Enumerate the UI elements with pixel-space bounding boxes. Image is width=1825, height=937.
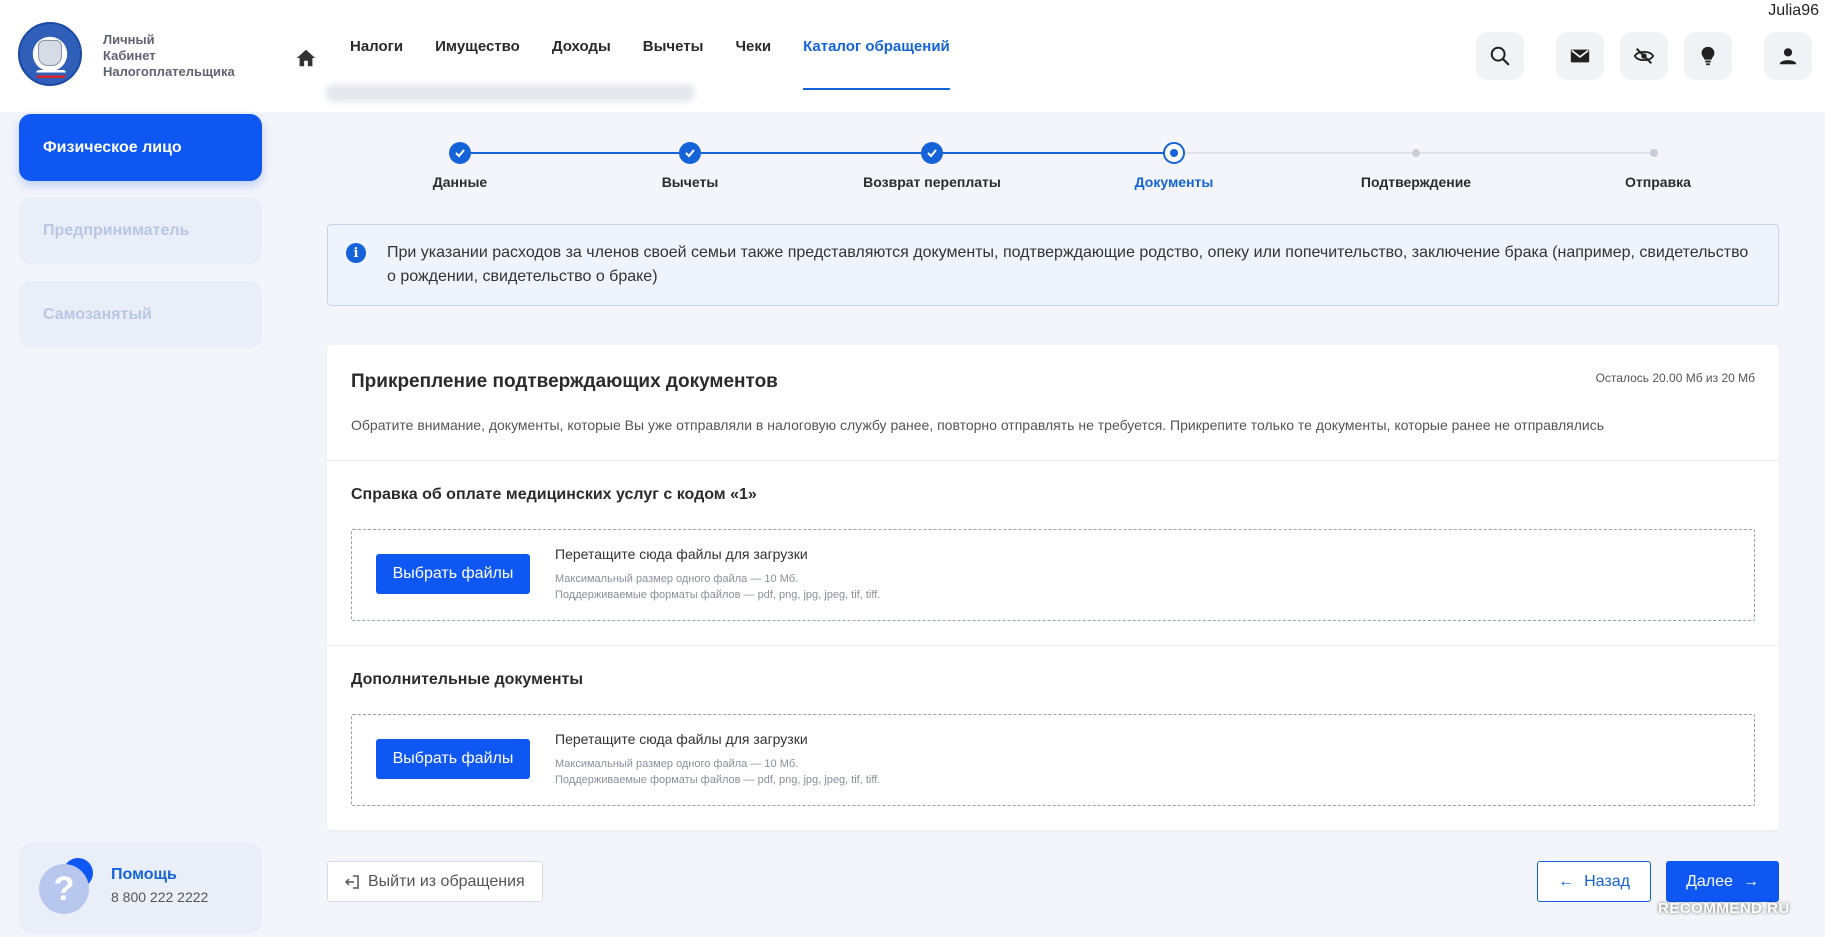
file-dropzone[interactable]: Выбрать файлы Перетащите сюда файлы для …: [351, 714, 1755, 806]
step-future-indicator: [1412, 149, 1420, 157]
step-label-sending: Отправка: [1625, 174, 1691, 190]
nav-item-receipts[interactable]: Чеки: [735, 0, 771, 92]
main-nav: Налоги Имущество Доходы Вычеты Чеки Ката…: [350, 0, 982, 92]
next-label: Далее: [1686, 872, 1733, 890]
hidden-eye-icon: [1633, 47, 1655, 65]
exit-request-label: Выйти из обращения: [368, 872, 525, 890]
back-label: Назад: [1584, 872, 1630, 890]
brand-line: Налогоплательщика: [103, 64, 235, 79]
username[interactable]: Julia96: [1768, 2, 1819, 20]
nav-item-requests-catalog[interactable]: Каталог обращений: [803, 0, 950, 92]
sidebar-item-individual[interactable]: Физическое лицо: [19, 114, 262, 181]
attachments-note: Обратите внимание, документы, которые Вы…: [351, 417, 1605, 433]
nav-item-property[interactable]: Имущество: [435, 0, 520, 92]
search-button[interactable]: [1476, 32, 1524, 80]
profile-button[interactable]: [1764, 32, 1812, 80]
choose-files-button[interactable]: Выбрать файлы: [376, 554, 530, 594]
top-header: Julia96 Личный Кабинет Налогоплательщика…: [0, 0, 1825, 112]
step-check-icon: [449, 142, 471, 164]
help-widget[interactable]: ? Помощь 8 800 222 2222: [19, 842, 262, 934]
divider: [327, 645, 1779, 646]
divider: [327, 460, 1779, 461]
formats-hint: Поддерживаемые форматы файлов — pdf, png…: [555, 774, 881, 786]
blurred-page-title: [325, 84, 695, 102]
formats-hint: Поддерживаемые форматы файлов — pdf, png…: [555, 589, 881, 601]
flag-icon: [36, 70, 66, 78]
max-size-hint: Максимальный размер одного файла — 10 Мб…: [555, 758, 799, 770]
sidebar-item-self-employed[interactable]: Самозанятый: [19, 281, 262, 348]
step-check-icon: [921, 142, 943, 164]
user-icon: [1779, 48, 1797, 65]
tips-button[interactable]: [1684, 32, 1732, 80]
step-label-confirmation: Подтверждение: [1360, 174, 1472, 190]
home-icon[interactable]: [295, 47, 317, 69]
brand-line: Кабинет: [103, 48, 156, 63]
nav-item-taxes[interactable]: Налоги: [350, 0, 403, 92]
mail-icon: [1570, 49, 1590, 63]
stepper-line-done: [460, 152, 1180, 154]
arrow-left-icon: ←: [1558, 872, 1575, 890]
attachments-title: Прикрепление подтверждающих документов: [351, 371, 778, 392]
dropzone-hint: Перетащите сюда файлы для загрузки: [555, 546, 808, 562]
watermark: RECOMMEND.RU: [1658, 900, 1790, 917]
help-title: Помощь: [111, 866, 177, 883]
nav-item-income[interactable]: Доходы: [552, 0, 611, 92]
storage-quota: Осталось 20.00 Мб из 20 Мб: [1595, 371, 1755, 385]
back-button[interactable]: ← Назад: [1537, 861, 1651, 902]
info-text: При указании расходов за членов своей се…: [387, 244, 1749, 285]
visually-impaired-button[interactable]: [1620, 32, 1668, 80]
exit-icon: [344, 874, 359, 889]
section-title-medical-certificate: Справка об оплате медицинских услуг с ко…: [351, 486, 757, 503]
help-phone[interactable]: 8 800 222 2222: [111, 889, 208, 905]
progress-stepper: Данные Вычеты Возврат переплаты Документ…: [433, 142, 1691, 192]
info-notice: i При указании расходов за членов своей …: [327, 224, 1779, 306]
next-button[interactable]: Далее →: [1666, 861, 1779, 902]
attachments-card: Прикрепление подтверждающих документов О…: [327, 345, 1779, 830]
dropzone-hint: Перетащите сюда файлы для загрузки: [555, 731, 808, 747]
section-title-additional-documents: Дополнительные документы: [351, 671, 583, 688]
nav-item-deductions[interactable]: Вычеты: [643, 0, 704, 92]
step-label-documents: Документы: [1134, 174, 1214, 190]
file-dropzone[interactable]: Выбрать файлы Перетащите сюда файлы для …: [351, 529, 1755, 621]
step-label-refund: Возврат переплаты: [863, 174, 1001, 190]
sidebar-item-entrepreneur[interactable]: Предприниматель: [19, 197, 262, 264]
choose-files-button[interactable]: Выбрать файлы: [376, 739, 530, 779]
brand-title: Личный Кабинет Налогоплательщика: [103, 32, 235, 80]
step-label-deductions: Вычеты: [661, 174, 719, 190]
arrow-right-icon: →: [1742, 872, 1759, 890]
lightbulb-icon: [1701, 46, 1715, 66]
step-future-indicator: [1650, 149, 1658, 157]
help-icon: ?: [39, 858, 95, 914]
fns-logo[interactable]: [18, 22, 82, 86]
step-current-indicator: [1163, 142, 1185, 164]
max-size-hint: Максимальный размер одного файла — 10 Мб…: [555, 573, 799, 585]
brand-line: Личный: [103, 32, 155, 47]
info-icon: i: [346, 243, 366, 263]
emblem-icon: [38, 40, 62, 66]
mail-button[interactable]: [1556, 32, 1604, 80]
exit-request-button[interactable]: Выйти из обращения: [327, 861, 543, 902]
step-label-data: Данные: [432, 174, 488, 190]
search-icon: [1490, 46, 1510, 66]
step-check-icon: [679, 142, 701, 164]
